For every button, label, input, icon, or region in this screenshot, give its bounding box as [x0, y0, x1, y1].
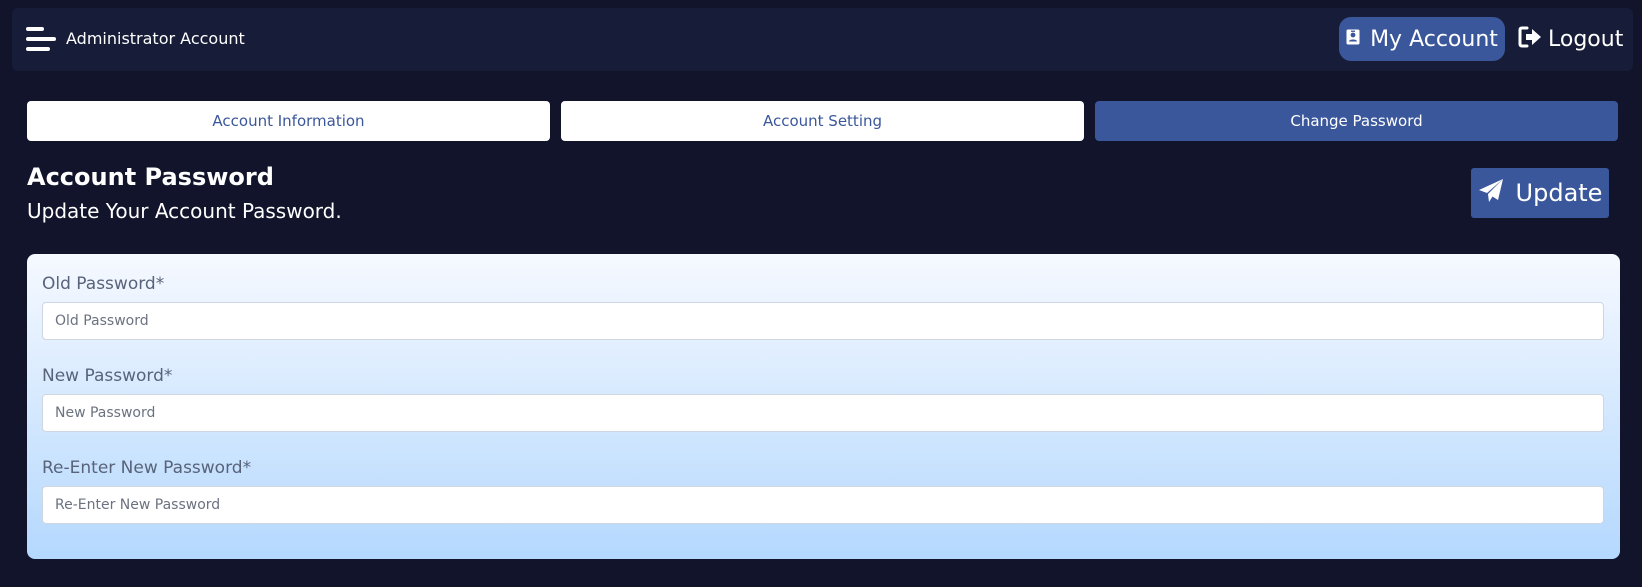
tab-account-setting[interactable]: Account Setting: [561, 101, 1084, 141]
sign-out-icon: [1518, 26, 1542, 52]
header-bar: Administrator Account My Account Logout: [12, 8, 1633, 71]
hamburger-menu-icon[interactable]: [26, 27, 56, 52]
logout-button[interactable]: Logout: [1518, 17, 1623, 61]
confirm-password-label: Re-Enter New Password*: [42, 458, 252, 478]
confirm-password-field[interactable]: [42, 486, 1604, 524]
password-form: Old Password* New Password* Re-Enter New…: [27, 254, 1620, 559]
id-badge-icon: [1346, 29, 1360, 49]
update-label: Update: [1515, 179, 1603, 207]
section-title: Account Password: [27, 163, 274, 191]
new-password-label: New Password*: [42, 366, 173, 386]
my-account-label: My Account: [1370, 26, 1498, 52]
tab-change-password[interactable]: Change Password: [1095, 101, 1618, 141]
new-password-field[interactable]: [42, 394, 1604, 432]
my-account-button[interactable]: My Account: [1339, 17, 1505, 61]
section-subtitle: Update Your Account Password.: [27, 199, 342, 223]
paper-plane-icon: [1478, 178, 1504, 208]
old-password-field[interactable]: [42, 302, 1604, 340]
tab-account-information[interactable]: Account Information: [27, 101, 550, 141]
logout-label: Logout: [1548, 26, 1624, 52]
old-password-label: Old Password*: [42, 274, 165, 294]
update-button[interactable]: Update: [1471, 168, 1609, 218]
app-title: Administrator Account: [66, 29, 245, 48]
